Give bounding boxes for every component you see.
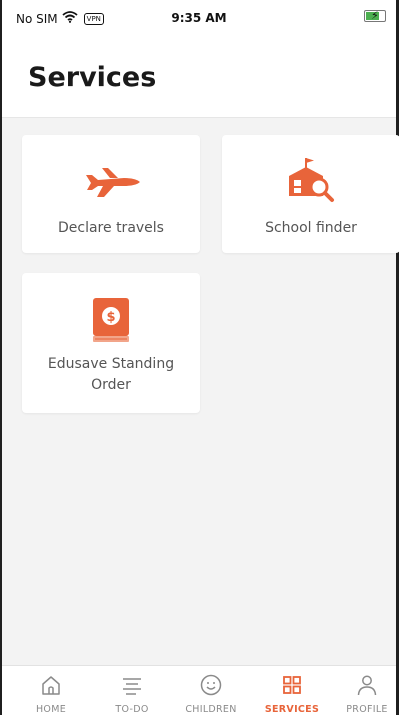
service-card-declare-travels[interactable]: Declare travels: [22, 135, 200, 253]
tab-label: TO-DO: [115, 704, 149, 715]
grid-icon: [280, 673, 304, 697]
service-label: Declare travels: [58, 220, 164, 236]
tab-profile[interactable]: PROFILE: [332, 666, 399, 715]
airplane-icon: [84, 165, 142, 203]
smiley-icon: [199, 673, 223, 697]
service-card-edusave-standing-order[interactable]: $ Edusave Standing Order: [22, 273, 200, 413]
tab-home[interactable]: HOME: [12, 666, 90, 715]
tab-label: SERVICES: [264, 704, 320, 715]
page-header: Services: [2, 36, 396, 118]
app-screen: No SIM VPN 9:35 AM ⚡ Services Declare tr…: [0, 0, 399, 715]
school-search-icon: [285, 156, 337, 208]
battery-icon: ⚡: [364, 9, 386, 22]
tab-to-do[interactable]: TO-DO: [93, 666, 171, 715]
tab-children[interactable]: CHILDREN: [172, 666, 250, 715]
bottom-tab-bar: HOME TO-DO CHILDREN SERVICES PROFILE: [2, 665, 396, 715]
tab-services[interactable]: SERVICES: [253, 666, 331, 715]
svg-text:$: $: [106, 310, 115, 325]
tab-label: HOME: [35, 704, 67, 715]
tab-label: CHILDREN: [185, 704, 237, 715]
service-label: Edusave Standing Order: [47, 356, 175, 393]
service-label: School finder: [265, 220, 357, 236]
tab-label: PROFILE: [346, 704, 388, 715]
status-bar: No SIM VPN 9:35 AM ⚡: [2, 0, 396, 36]
list-icon: [120, 673, 144, 697]
dollar-book-icon: $: [91, 296, 131, 348]
status-time: 9:35 AM: [171, 11, 227, 25]
person-icon: [355, 673, 379, 697]
home-icon: [39, 673, 63, 697]
service-card-school-finder[interactable]: School finder: [222, 135, 399, 253]
page-title: Services: [28, 62, 157, 93]
